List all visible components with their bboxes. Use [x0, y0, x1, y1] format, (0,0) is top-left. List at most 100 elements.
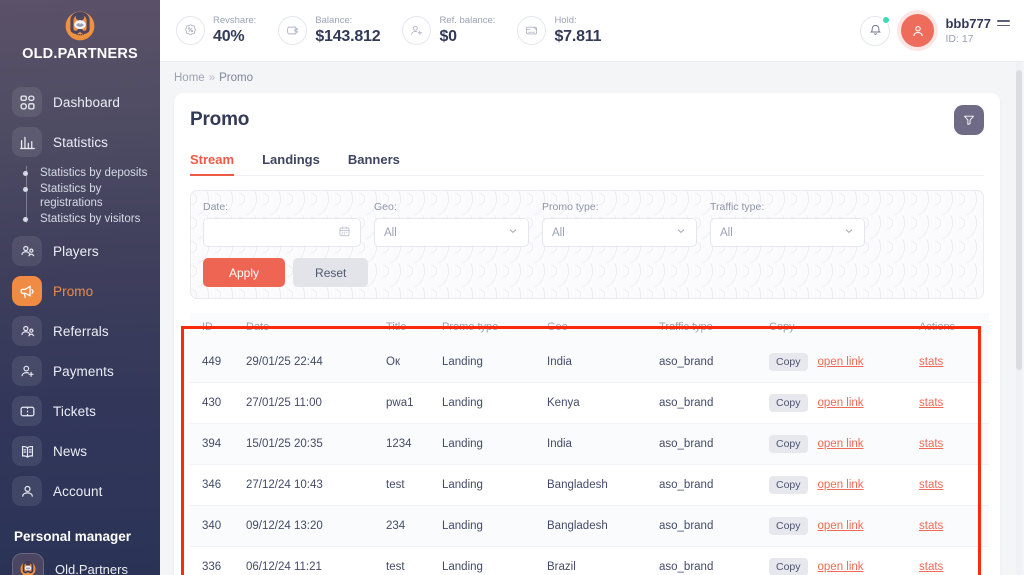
open-link[interactable]: open link [818, 479, 864, 491]
sidebar-item-account[interactable]: Account [0, 471, 160, 511]
stats-link[interactable]: stats [919, 397, 943, 409]
cell-id: 430 [190, 382, 246, 424]
cell-id: 346 [190, 464, 246, 506]
filter-toggle-button[interactable] [954, 105, 984, 135]
page-title: Promo [190, 109, 250, 130]
open-link[interactable]: open link [818, 356, 864, 368]
open-link[interactable]: open link [818, 520, 864, 532]
stat-hold: Hold: $7.811 [517, 16, 601, 45]
copy-button[interactable]: Copy [769, 353, 808, 371]
sidebar-item-players[interactable]: Players [0, 231, 160, 271]
bullet-icon [23, 171, 28, 176]
copy-button[interactable]: Copy [769, 476, 808, 494]
brand-avatar-icon [12, 553, 44, 575]
tab-banners[interactable]: Banners [348, 152, 400, 175]
copy-cell: Copy open link [769, 353, 919, 371]
brand-logo[interactable]: OLD.PARTNERS [0, 0, 160, 68]
stats-link[interactable]: stats [919, 520, 943, 532]
geo-select[interactable]: All [374, 218, 529, 247]
open-link[interactable]: open link [818, 438, 864, 450]
stat-value: $0 [439, 27, 457, 45]
open-link[interactable]: open link [818, 397, 864, 409]
personal-manager-title: Personal manager [14, 529, 132, 544]
copy-cell: Copy open link [769, 394, 919, 412]
cell-title: pwa1 [386, 382, 442, 424]
hamburger-icon[interactable] [997, 20, 1010, 27]
sidebar-item-referrals[interactable]: Referrals [0, 311, 160, 351]
percent-badge-icon [176, 16, 205, 45]
subitem-label: Statistics by registrations [40, 183, 103, 209]
table-row[interactable]: 394 15/01/25 20:35 1234 Landing India aso_bra… [190, 423, 989, 465]
column-header-copy: Copy [769, 313, 919, 342]
copy-button[interactable]: Copy [769, 394, 808, 412]
payments-icon [12, 356, 42, 386]
copy-button[interactable]: Copy [769, 558, 808, 575]
calendar-icon [338, 225, 351, 241]
notifications-button[interactable] [860, 15, 891, 46]
apply-button[interactable]: Apply [203, 258, 286, 287]
copy-button[interactable]: Copy [769, 435, 808, 453]
tab-landings[interactable]: Landings [262, 152, 320, 175]
promo-type-select-value: All [552, 226, 565, 239]
sidebar-item-promo[interactable]: Promo [0, 271, 160, 311]
stats-link[interactable]: stats [919, 356, 943, 368]
copy-cell: Copy open link [769, 558, 919, 575]
traffic-type-select[interactable]: All [710, 218, 865, 247]
sidebar-subitem-statistics-by-visitors[interactable]: Statistics by visitors [0, 211, 160, 227]
cell-copy: Copy open link [769, 342, 919, 383]
promo-type-select[interactable]: All [542, 218, 697, 247]
open-link[interactable]: open link [818, 561, 864, 573]
cell-id: 336 [190, 546, 246, 575]
table-row[interactable]: 346 27/12/24 10:43 test Landing Bangladesh as… [190, 464, 989, 506]
copy-button[interactable]: Copy [769, 517, 808, 535]
app-root: OLD.PARTNERS Dashboard Statistics Statis… [0, 0, 1024, 575]
personal-manager-contact[interactable]: Old.Partners [0, 544, 160, 575]
account-stats: Revshare: 40% Balance: $143.812 Ref. bal… [176, 16, 623, 45]
table-row[interactable]: 340 09/12/24 13:20 234 Landing Bangladesh aso… [190, 505, 989, 547]
stats-link[interactable]: stats [919, 561, 943, 573]
reset-button[interactable]: Reset [293, 258, 369, 287]
sidebar-item-news[interactable]: News [0, 431, 160, 471]
stat-label: Revshare: [213, 15, 257, 27]
sidebar-item-statistics[interactable]: Statistics [0, 122, 160, 162]
sidebar-subitem-statistics-by-registrations[interactable]: Statistics by registrations [0, 181, 160, 211]
stats-link[interactable]: stats [919, 479, 943, 491]
stats-link[interactable]: stats [919, 438, 943, 450]
cell-promo-type: Landing [442, 505, 547, 547]
table-row[interactable]: 449 29/01/25 22:44 Ок Landing India aso_brand… [190, 342, 989, 383]
date-input[interactable] [203, 218, 361, 247]
table-row[interactable]: 336 06/12/24 11:21 test Landing Brazil aso_br… [190, 546, 989, 575]
wallet-icon [278, 16, 308, 45]
chevron-down-icon [843, 225, 855, 240]
cell-geo: Bangladesh [547, 505, 659, 547]
sidebar-item-label: Referrals [53, 323, 109, 339]
page-scrollbar-track[interactable] [1016, 62, 1022, 575]
cell-promo-type: Landing [442, 423, 547, 465]
column-header-traffic-type: Traffic type [659, 313, 769, 342]
avatar[interactable] [901, 14, 935, 47]
page-scrollbar-thumb[interactable] [1016, 70, 1022, 370]
cell-traffic-type: aso_brand [659, 423, 769, 465]
sidebar-item-label: Payments [53, 363, 114, 379]
user-avatar-icon [913, 25, 923, 36]
sidebar-item-payments[interactable]: Payments [0, 351, 160, 391]
sidebar-item-dashboard[interactable]: Dashboard [0, 82, 160, 122]
sidebar-item-tickets[interactable]: Tickets [0, 391, 160, 431]
stat-value: $143.812 [315, 27, 381, 45]
cell-actions: stats [919, 423, 989, 465]
sidebar-subitem-statistics-by-deposits[interactable]: Statistics by deposits [0, 165, 160, 181]
breadcrumb-home[interactable]: Home [174, 72, 205, 84]
cell-promo-type: Landing [442, 342, 547, 383]
stat-balance: Balance: $143.812 [278, 16, 381, 45]
cell-copy: Copy open link [769, 505, 919, 547]
column-header-actions: Actions [919, 313, 989, 342]
top-bar: Revshare: 40% Balance: $143.812 Ref. bal… [160, 0, 1024, 62]
cell-title: Ок [386, 342, 442, 383]
table-row[interactable]: 430 27/01/25 11:00 pwa1 Landing Kenya aso_bra… [190, 382, 989, 424]
news-icon [12, 436, 42, 466]
tab-stream[interactable]: Stream [190, 152, 235, 176]
cell-copy: Copy open link [769, 423, 919, 465]
stat-value: $7.811 [554, 27, 602, 45]
brand-name: OLD.PARTNERS [22, 46, 138, 62]
cell-traffic-type: aso_brand [659, 464, 769, 506]
